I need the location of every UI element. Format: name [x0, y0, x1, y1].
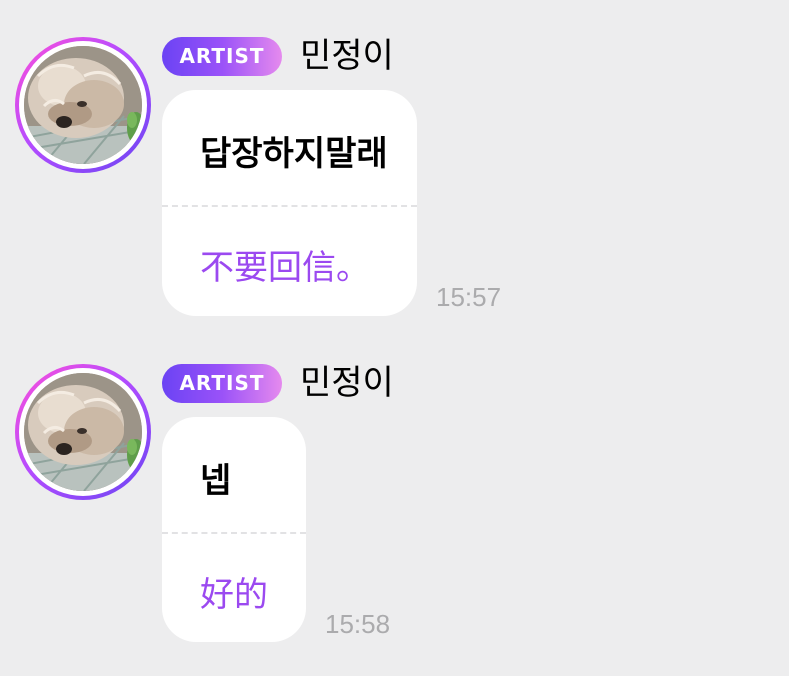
translation-divider: [162, 205, 417, 207]
sender-name[interactable]: 민정이: [300, 34, 394, 78]
translated-text: 好的: [200, 575, 268, 615]
translation-divider: [162, 532, 306, 534]
message-timestamp: 15:57: [436, 282, 502, 312]
chat-message: ARTIST 민정이 답장하지말래 不要回信。 15:57: [0, 34, 789, 319]
avatar-border: [19, 368, 147, 496]
artist-badge: ARTIST: [162, 364, 282, 403]
message-text: 답장하지말래: [200, 134, 388, 174]
chat-message: ARTIST 민정이 넵 好的 15:58: [0, 361, 789, 646]
translated-text: 不要回信。: [200, 248, 370, 288]
avatar[interactable]: [15, 37, 151, 173]
avatar-border: [19, 41, 147, 169]
message-bubble[interactable]: 넵 好的: [162, 417, 306, 642]
artist-badge: ARTIST: [162, 37, 282, 76]
dog-photo-avatar-icon: [24, 46, 142, 164]
sender-name[interactable]: 민정이: [300, 361, 394, 405]
avatar[interactable]: [15, 364, 151, 500]
message-timestamp: 15:58: [325, 609, 391, 639]
message-bubble[interactable]: 답장하지말래 不要回信。: [162, 90, 417, 316]
dog-photo-avatar-icon: [24, 373, 142, 491]
message-text: 넵: [200, 461, 232, 501]
